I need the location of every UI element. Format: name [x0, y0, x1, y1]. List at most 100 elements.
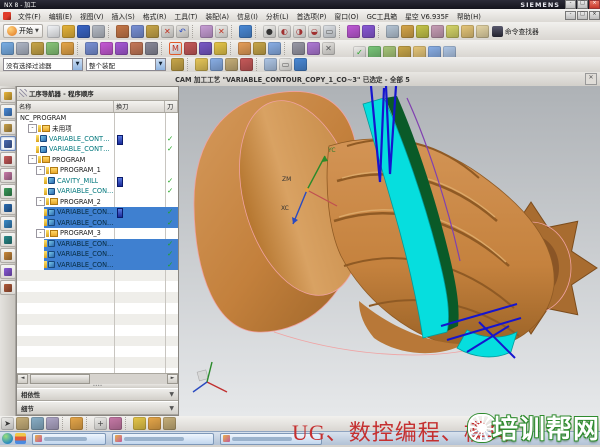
tree-row[interactable]: VARIABLE_CON...✓ — [17, 249, 178, 260]
new-file-icon[interactable] — [47, 25, 60, 38]
chevron-down-icon[interactable]: ▼ — [72, 59, 82, 70]
menu-item[interactable]: 信息(I) — [233, 12, 262, 22]
paste-icon[interactable] — [146, 25, 159, 38]
sketch-snap-icon[interactable] — [163, 417, 176, 430]
create-operation-icon[interactable] — [61, 42, 74, 55]
create-tool-icon[interactable] — [16, 42, 29, 55]
render-style-2-icon[interactable]: ◐ — [278, 25, 291, 38]
tree-row[interactable]: VARIABLE_CON...✓ — [17, 239, 178, 250]
save-icon[interactable] — [77, 25, 90, 38]
create-geometry-icon[interactable] — [31, 42, 44, 55]
cl-output-icon[interactable] — [268, 42, 281, 55]
menu-item[interactable]: GC工具箱 — [363, 12, 401, 22]
roles-icon[interactable] — [0, 264, 16, 279]
tree-row[interactable]: -PROGRAM_1 — [17, 165, 178, 176]
start-menu-button[interactable]: 开始▼ — [3, 24, 43, 38]
zoom-icon[interactable] — [210, 58, 223, 71]
ruler-icon[interactable] — [461, 25, 474, 38]
chevron-down-icon[interactable]: ▼ — [155, 59, 165, 70]
rect-select-icon[interactable]: ▭ — [279, 58, 292, 71]
select-face-icon[interactable] — [16, 417, 29, 430]
scrollbar-thumb[interactable] — [30, 374, 90, 384]
rotate-icon[interactable] — [240, 58, 253, 71]
command-finder-button[interactable]: 命令查找器 — [490, 26, 541, 37]
snap-view-icon[interactable] — [264, 58, 277, 71]
tree-row[interactable]: VARIABLE_CON...✓ — [17, 207, 178, 218]
palette-icon[interactable] — [70, 417, 83, 430]
expand-toggle-icon[interactable]: - — [28, 124, 37, 133]
create-program-icon[interactable] — [1, 42, 14, 55]
process-interface-icon[interactable] — [0, 248, 16, 263]
simulate-icon[interactable] — [214, 42, 227, 55]
scroll-left-icon[interactable]: ◄ — [17, 374, 28, 384]
hd3d-tools-icon[interactable] — [0, 200, 16, 215]
cut-object-icon[interactable] — [100, 42, 113, 55]
tree-row[interactable]: VARIABLE_CON...✓ — [17, 260, 178, 271]
materials-icon[interactable] — [0, 280, 16, 295]
snap-plus-icon[interactable]: + — [94, 417, 107, 430]
open-folder-icon[interactable] — [62, 25, 75, 38]
selection-scope-dropdown[interactable]: 整个装配 ▼ — [86, 58, 166, 71]
edit-object-icon[interactable] — [85, 42, 98, 55]
copy-icon[interactable] — [131, 25, 144, 38]
operation-navigator-icon[interactable] — [0, 136, 16, 151]
paste-object-icon[interactable] — [130, 42, 143, 55]
note-icon[interactable] — [476, 25, 489, 38]
undo-icon[interactable]: ↶ — [176, 25, 189, 38]
snap-point-icon[interactable] — [133, 417, 146, 430]
menu-item[interactable]: 文件(F) — [14, 12, 45, 22]
taskbar-window-button[interactable] — [112, 433, 214, 445]
graphics-viewport[interactable]: ZM XC YC — [179, 86, 600, 416]
touch-mode-icon[interactable] — [200, 25, 213, 38]
menu-item[interactable]: 视图(V) — [76, 12, 108, 22]
tree-row[interactable]: VARIABLE_CONTOUR✓ — [17, 134, 178, 145]
selection-filter-dropdown[interactable]: 没有选择过滤器 ▼ — [3, 58, 83, 71]
template-studio-icon[interactable] — [0, 184, 16, 199]
menu-item[interactable]: 工具(T) — [170, 12, 201, 22]
menu-item[interactable]: 首选项(P) — [293, 12, 331, 22]
menu-item[interactable]: 分析(L) — [262, 12, 293, 22]
cut-icon[interactable] — [116, 25, 129, 38]
tree-row[interactable]: VARIABLE_CON...✓ — [17, 186, 178, 197]
taskbar-app-icon[interactable] — [15, 433, 26, 444]
menu-item[interactable]: 插入(S) — [108, 12, 139, 22]
render-style-3-icon[interactable]: ◑ — [293, 25, 306, 38]
select-arrow-icon[interactable]: ➤ — [1, 417, 14, 430]
tree-row[interactable]: -未用项 — [17, 123, 178, 134]
minimize-button[interactable]: - — [565, 0, 576, 9]
delete-icon[interactable]: ✕ — [161, 25, 174, 38]
show-toolpath-icon[interactable]: M — [169, 42, 182, 55]
menu-item[interactable]: 装配(A) — [201, 12, 233, 22]
tree-row[interactable]: CAVITY_MILL✓ — [17, 176, 178, 187]
expand-toggle-icon[interactable]: - — [28, 155, 37, 164]
snap-rotate-icon[interactable] — [109, 417, 122, 430]
navigator-titlebar[interactable]: 工序导航器 - 程序顺序 — [17, 87, 178, 101]
shaded-view-icon[interactable] — [239, 25, 252, 38]
process-studio-icon[interactable] — [0, 168, 16, 183]
select-body-icon[interactable] — [31, 417, 44, 430]
shaded-obj-icon[interactable] — [294, 58, 307, 71]
render-style-4-icon[interactable]: ◒ — [308, 25, 321, 38]
snap-circle-icon[interactable] — [148, 417, 161, 430]
menu-item[interactable]: 格式(R) — [139, 12, 171, 22]
expand-toggle-icon[interactable]: - — [36, 197, 45, 206]
refresh-icon[interactable] — [171, 58, 184, 71]
fit-view-icon[interactable] — [195, 58, 208, 71]
distance-measure-icon[interactable] — [431, 25, 444, 38]
machine-tool-navigator-icon[interactable] — [0, 152, 16, 167]
rotate-view-icon[interactable] — [362, 25, 375, 38]
child-minimize-button[interactable]: - — [565, 11, 576, 20]
pan-view-icon[interactable] — [347, 25, 360, 38]
menu-item[interactable]: 窗口(O) — [330, 12, 362, 22]
loop-select-icon[interactable] — [446, 25, 459, 38]
tree-row[interactable]: -PROGRAM_3 — [17, 228, 178, 239]
postprocess-icon[interactable] — [238, 42, 251, 55]
column-toolchange[interactable]: 换刀 — [114, 101, 165, 112]
close-prompt-icon[interactable]: ✕ — [585, 73, 597, 85]
web-browser-icon[interactable] — [0, 216, 16, 231]
history-icon[interactable] — [0, 232, 16, 247]
verify-toolpath-icon[interactable] — [199, 42, 212, 55]
transform-object-icon[interactable] — [145, 42, 158, 55]
taskbar-orb-icon[interactable] — [2, 433, 13, 444]
expand-toggle-icon[interactable]: - — [36, 229, 45, 238]
